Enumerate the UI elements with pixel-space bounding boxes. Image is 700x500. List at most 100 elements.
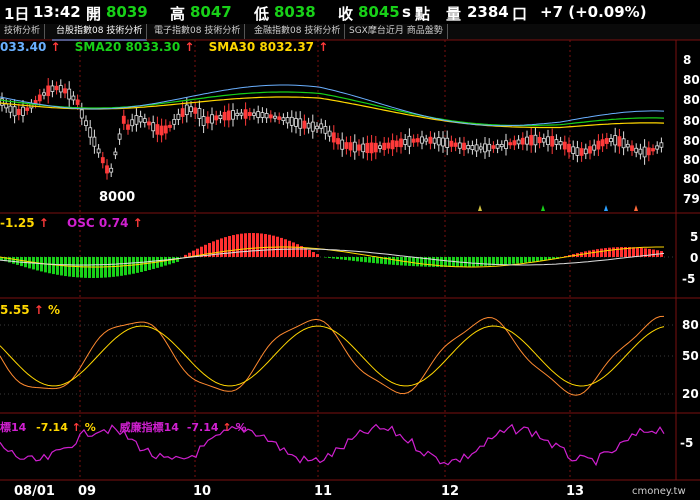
macd-axis-top: 5 — [690, 230, 699, 244]
macd-bar — [504, 257, 507, 265]
candle-body — [541, 138, 546, 143]
candle-body — [197, 108, 202, 119]
candle-body — [382, 142, 387, 151]
candle-body — [399, 138, 403, 148]
candle-body — [520, 137, 525, 145]
watermark-label: cmoney.tw — [632, 486, 686, 497]
macd-bar — [612, 247, 615, 257]
macd-bar — [264, 234, 267, 257]
macd-bar — [480, 257, 483, 267]
macd-bar — [596, 249, 599, 257]
candle-body — [184, 104, 189, 116]
macd-bar — [260, 233, 263, 257]
up-arrow-icon: ↑ — [184, 40, 195, 54]
candle-body — [226, 110, 231, 121]
candle-body — [625, 143, 630, 148]
candle-body — [655, 145, 660, 150]
candle-body — [142, 118, 147, 123]
macd-bar — [224, 237, 227, 257]
up-arrow-icon: ↑ — [222, 421, 232, 434]
candle-body — [277, 116, 282, 120]
candle-body — [172, 119, 177, 125]
candle-body — [298, 118, 303, 129]
candle-body — [323, 126, 328, 134]
sma20-value: 8033.30 — [125, 40, 181, 54]
candle-body — [12, 106, 17, 117]
price-axis-2: 80 — [683, 93, 700, 107]
candle-body — [533, 134, 538, 146]
candle-body — [289, 116, 294, 126]
kd-value: 5.55 — [0, 303, 30, 317]
candle-body — [264, 113, 269, 119]
candle-body — [54, 85, 59, 91]
macd-axis-zero: 0 — [690, 251, 699, 265]
candle-body — [600, 139, 605, 147]
macd-bar — [464, 257, 467, 267]
macd-bar — [476, 257, 479, 267]
price-axis-3: 80 — [683, 114, 700, 128]
candle-body — [331, 132, 336, 143]
candle-body — [16, 108, 21, 116]
candle-body — [415, 138, 420, 143]
candle-body — [205, 116, 210, 124]
candle-body — [256, 111, 261, 118]
macd-bar — [88, 257, 91, 278]
macd-bar — [232, 235, 235, 257]
candle-body — [168, 124, 172, 128]
macd-bar — [44, 257, 47, 273]
willr-a-value: -7.14 — [36, 421, 68, 434]
macd-bar — [636, 247, 639, 257]
candle-body — [596, 140, 601, 150]
candle-body — [386, 142, 391, 149]
candle-body — [273, 115, 277, 119]
candle-body — [231, 110, 235, 120]
candle-body — [424, 138, 429, 142]
kd-axis-50: 50 — [682, 349, 699, 363]
candle-body — [604, 138, 609, 144]
candle-body — [445, 137, 450, 148]
sma-a-line — [0, 84, 665, 127]
candle-body — [151, 122, 156, 132]
candle-body — [46, 85, 51, 97]
candle-body — [579, 148, 584, 156]
candle-body — [109, 167, 114, 173]
candle-body — [449, 140, 454, 147]
candle-body — [247, 112, 252, 117]
candle-body — [113, 151, 118, 156]
macd-bar — [236, 234, 239, 257]
macd-bar — [592, 249, 595, 257]
kd-legend: 5.55 ↑ % — [0, 303, 60, 317]
macd-bar — [344, 257, 347, 260]
candle-body — [252, 112, 256, 116]
x-tick-0801: 08/01 — [14, 484, 55, 499]
candle-body — [58, 85, 63, 93]
macd-bar — [512, 257, 515, 264]
macd-bar — [588, 250, 591, 257]
macd-bar — [360, 257, 363, 262]
candle-body — [378, 145, 382, 149]
macd-value: -1.25 — [0, 216, 35, 230]
candle-body — [516, 139, 521, 145]
price-axis-6: 80 — [683, 172, 700, 186]
candle-body — [243, 109, 248, 119]
osc-label: OSC — [67, 216, 95, 230]
candle-body — [75, 99, 80, 105]
candle-body — [214, 115, 219, 121]
candle-body — [562, 141, 567, 150]
macd-bar — [328, 257, 331, 258]
macd-bar — [296, 244, 299, 257]
candle-body — [659, 142, 664, 148]
candle-body — [651, 148, 655, 152]
x-tick-12: 12 — [441, 484, 460, 499]
candle-body — [554, 139, 559, 145]
candle-body — [121, 115, 126, 124]
candle-body — [340, 139, 345, 150]
candle-body — [138, 116, 143, 123]
candle-body — [571, 146, 576, 154]
low-marker-label: 8000 — [99, 190, 136, 205]
candle-body — [71, 95, 76, 101]
candle-body — [361, 143, 366, 153]
macd-bar — [652, 249, 655, 257]
macd-bar — [648, 248, 651, 257]
willr-b-label: 威廉指標14 — [119, 421, 179, 434]
